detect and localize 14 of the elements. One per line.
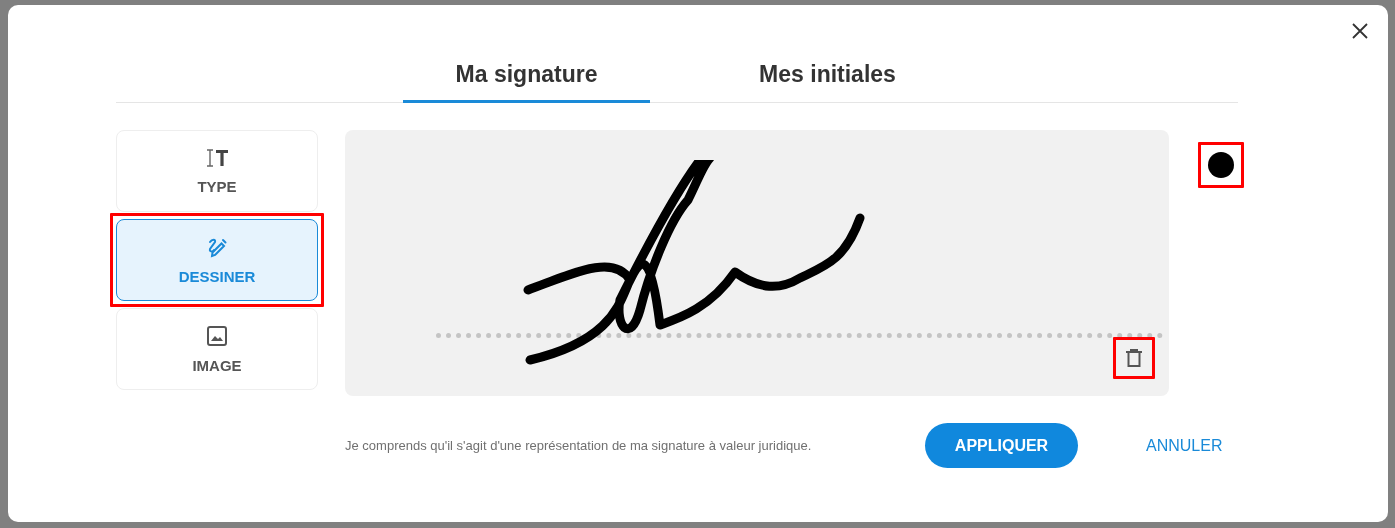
mode-button[interactable]: IMAGE [116,308,318,390]
close-icon [1350,21,1370,41]
drawing-canvas[interactable] [345,130,1169,396]
mode-button[interactable]: TYPE [116,130,318,212]
apply-button[interactable]: APPLIQUER [925,423,1078,468]
legal-notice: Je comprends qu'il s'agit d'une représentation de ma signature à valeur juridique. [345,438,813,453]
image-icon [206,324,228,347]
cancel-button[interactable]: ANNULER [1140,435,1229,456]
tab[interactable]: Mes initiales [704,57,951,103]
text-icon [205,147,229,168]
close-button[interactable] [1350,21,1370,41]
pen-color-swatch[interactable] [1208,152,1234,178]
trash-icon [1125,348,1143,368]
tab[interactable]: Ma signature [403,57,650,103]
